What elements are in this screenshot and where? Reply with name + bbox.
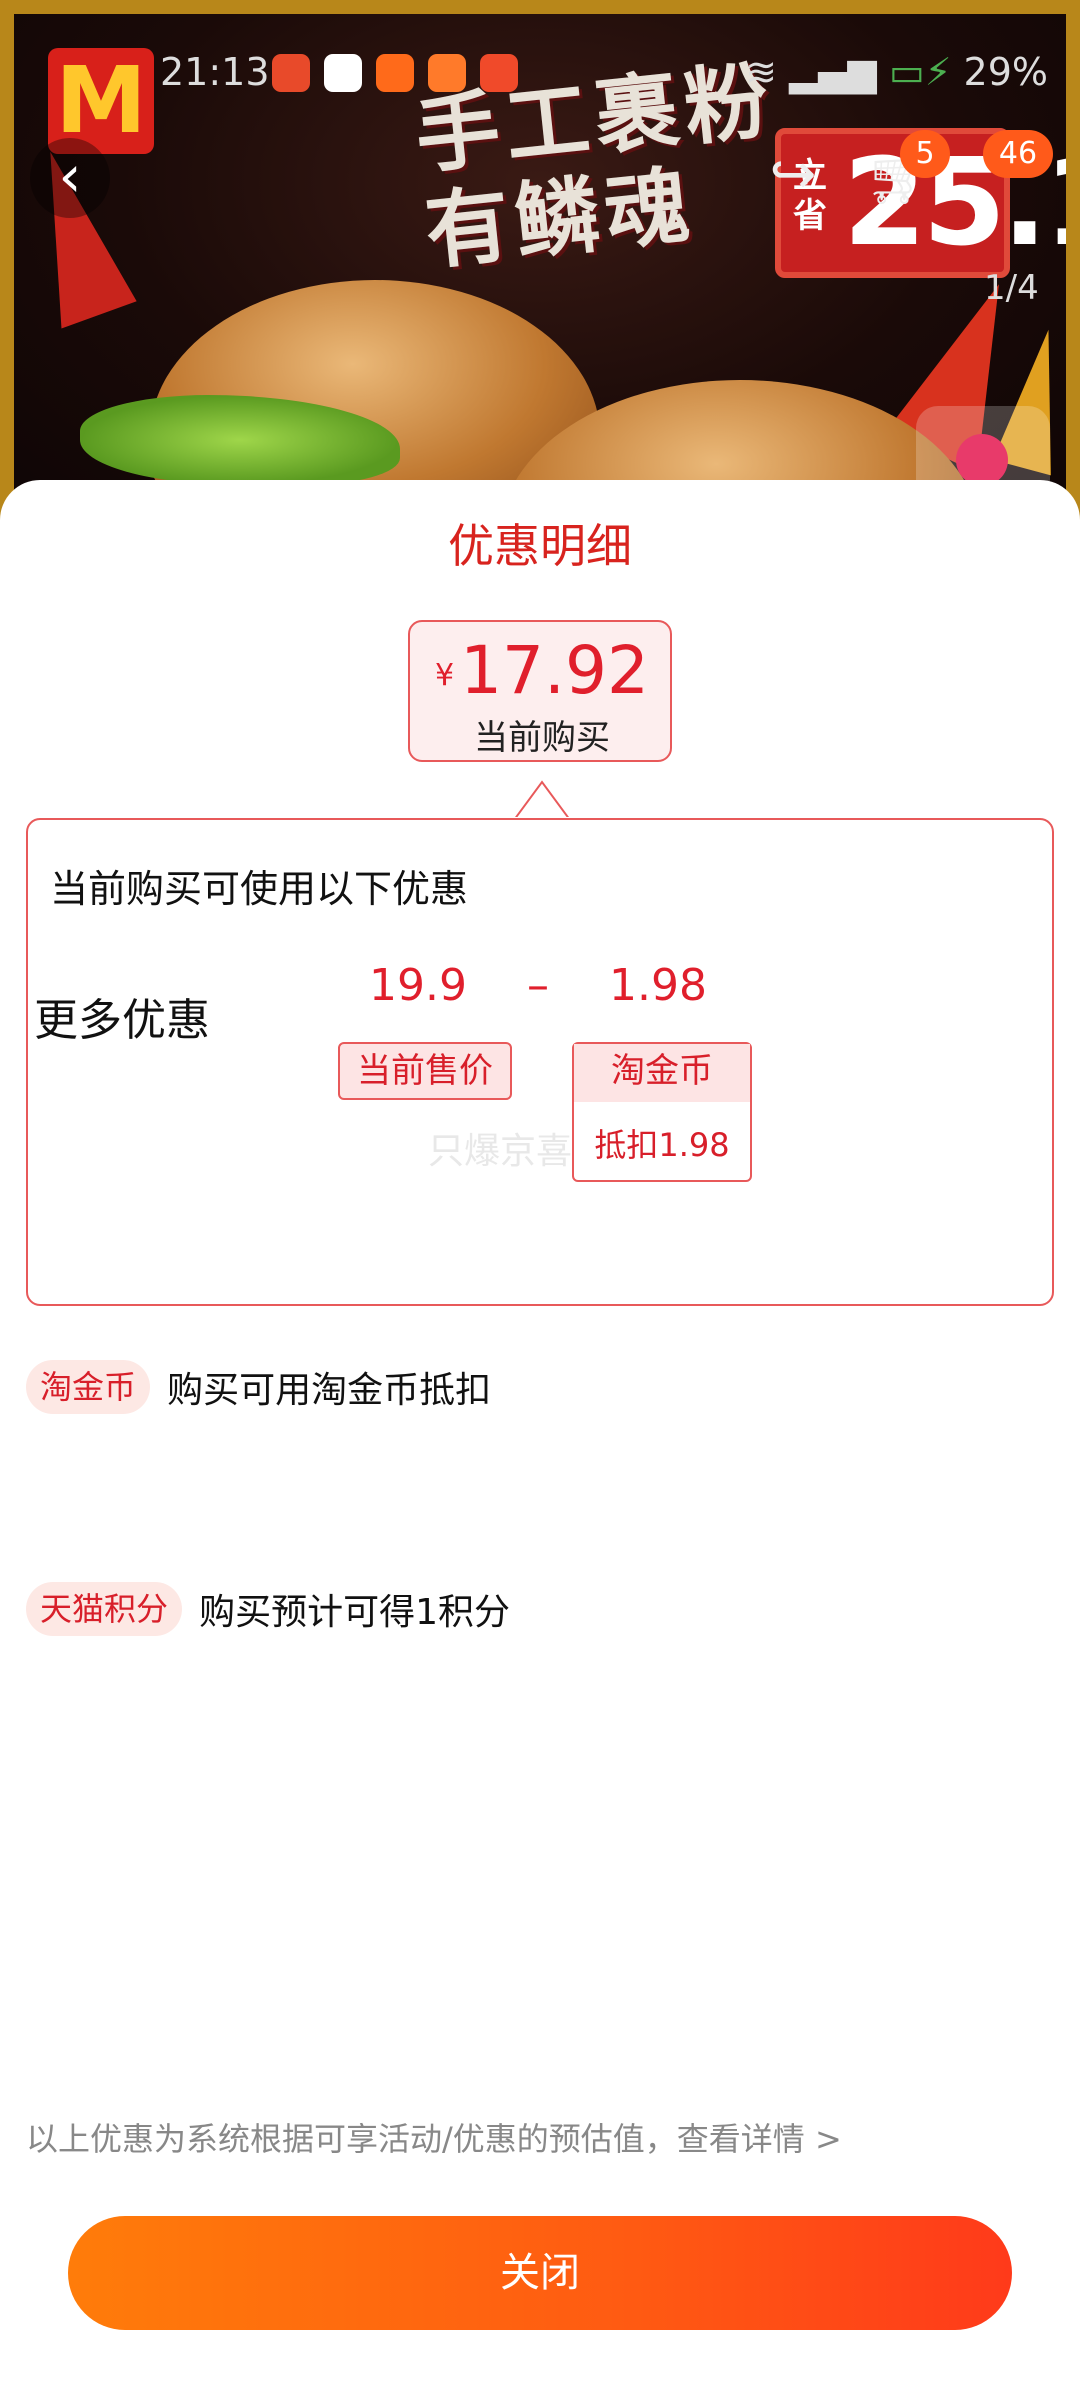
points-pill: 天猫积分	[26, 1582, 183, 1636]
coin-deduction-tag: 淘金币 抵扣1.98	[572, 1042, 752, 1182]
close-button[interactable]: 关闭	[68, 2216, 1012, 2330]
back-button[interactable]: ‹	[30, 138, 110, 218]
app-notification-icon	[376, 54, 414, 92]
coin-pill: 淘金币	[26, 1360, 151, 1414]
chevron-left-icon: ‹	[58, 142, 82, 210]
current-price-label: 当前购买	[474, 718, 610, 758]
current-price-box: ¥17.92 当前购买	[408, 620, 672, 762]
coin-tag-label: 淘金币	[574, 1044, 750, 1102]
discount-breakdown-box: 当前购买可使用以下优惠 19.9 – 1.98 当前售价 淘金币 抵扣1.98 …	[26, 818, 1054, 1306]
wifi-icon: ≋	[745, 50, 777, 94]
live-icon	[956, 434, 1008, 486]
battery-icon: ▭⚡	[888, 50, 952, 94]
current-price-value: ¥17.92	[434, 632, 650, 709]
coin-row-text: 购买可用淘金币抵扣	[167, 1370, 492, 1411]
signal-icon: ▂▄▆	[789, 50, 877, 94]
status-bar: 21:13 ≋ ▂▄▆ ▭⚡ 29%	[0, 40, 1080, 104]
app-notification-icon	[272, 54, 310, 92]
app-notification-icon	[324, 54, 362, 92]
status-indicators: ≋ ▂▄▆ ▭⚡ 29%	[745, 50, 1048, 94]
app-notification-icon	[480, 54, 518, 92]
base-price-tag: 当前售价	[338, 1042, 512, 1100]
coin-tag-note: 抵扣1.98	[594, 1126, 730, 1164]
points-row-text: 购买预计可得1积分	[199, 1592, 511, 1633]
coin-row: 淘金币 购买可用淘金币抵扣	[26, 1360, 491, 1416]
breakdown-title: 当前购买可使用以下优惠	[50, 867, 469, 911]
disclaimer-link[interactable]: 以上优惠为系统根据可享活动/优惠的预估值，查看详情 >	[26, 2114, 842, 2160]
app-notification-icon	[428, 54, 466, 92]
callout-notch	[514, 780, 570, 820]
share-button[interactable]: ↪	[758, 140, 828, 210]
base-price-value: 19.9	[369, 960, 467, 1011]
share-icon: ↪	[769, 142, 817, 207]
more-count-badge[interactable]: 46	[983, 130, 1053, 178]
image-pager: 1/4	[984, 268, 1039, 308]
watermark-text: 只爆京喜	[428, 1131, 573, 1172]
more-discounts-title: 更多优惠	[34, 995, 210, 1046]
minus-operator: –	[527, 960, 549, 1011]
deduction-value: 1.98	[609, 960, 707, 1011]
discount-detail-sheet: 优惠明细 ¥17.92 当前购买 当前购买可使用以下优惠 19.9 – 1.98…	[0, 480, 1080, 2400]
status-time: 21:13	[160, 50, 270, 94]
battery-percent: 29%	[963, 50, 1048, 94]
points-row: 天猫积分 购买预计可得1积分	[26, 1582, 510, 1638]
sheet-title: 优惠明细	[448, 519, 632, 573]
cart-count-badge: 5	[900, 130, 950, 178]
